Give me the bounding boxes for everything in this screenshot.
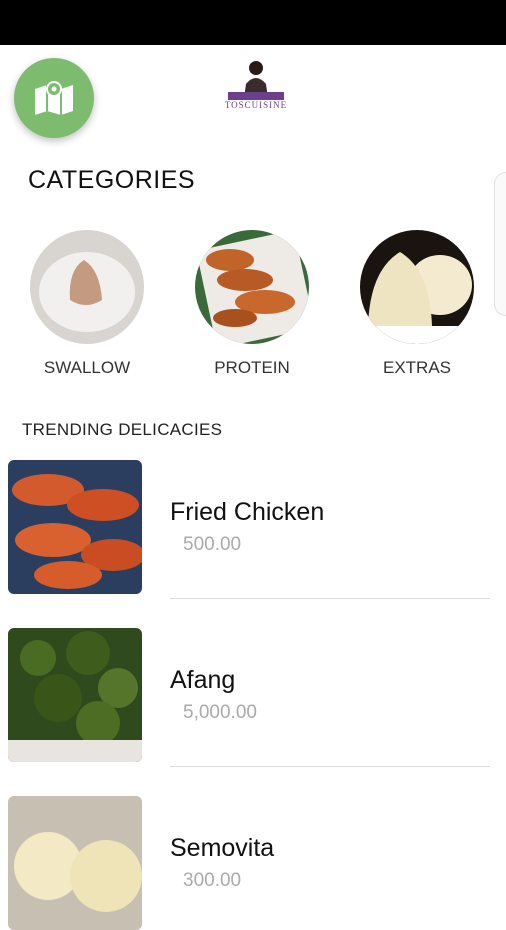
category-protein[interactable] [195, 230, 309, 344]
item-price: 300.00 [183, 870, 242, 891]
logo-text: TOSCUISINE [224, 100, 288, 110]
trending-title: TRENDING DELICACIES [22, 420, 223, 439]
category-extras[interactable] [360, 230, 474, 344]
item-name[interactable]: Afang [170, 666, 235, 695]
protein-image [195, 230, 309, 344]
fried-chicken-image[interactable] [8, 460, 142, 594]
item-price: 500.00 [183, 534, 242, 555]
item-name[interactable]: Semovita [170, 834, 274, 863]
divider [170, 598, 490, 599]
status-bar [0, 0, 506, 45]
category-protein-label: PROTEIN [214, 358, 290, 377]
extras-image [360, 230, 474, 344]
brand-logo: TOSCUISINE [224, 58, 288, 118]
divider [170, 766, 490, 767]
category-extras-label: EXTRAS [382, 358, 452, 377]
category-swallow-label: SWALLOW [43, 358, 131, 377]
item-name[interactable]: Fried Chicken [170, 498, 324, 527]
category-swallow[interactable] [30, 230, 144, 344]
categories-title: CATEGORIES [28, 166, 196, 194]
semovita-image[interactable] [8, 796, 142, 930]
afang-image[interactable] [8, 628, 142, 762]
swallow-image [30, 230, 144, 344]
map-button[interactable] [14, 58, 94, 138]
side-panel-handle[interactable] [494, 172, 506, 316]
item-price: 5,000.00 [183, 702, 257, 723]
map-icon [35, 81, 73, 115]
